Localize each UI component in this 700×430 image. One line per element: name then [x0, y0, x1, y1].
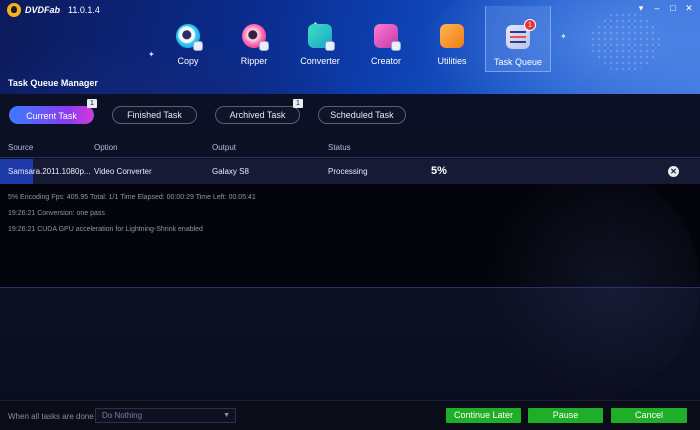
remove-task-icon[interactable]: ✕: [668, 166, 679, 177]
creator-icon: [374, 24, 401, 51]
header: ✦ ✦ ✦ DVDFab 11.0.1.4 ▾ – □ ✕ Copy Rippe…: [0, 0, 700, 94]
log-line: 5% Encoding Fps: 405.95 Total: 1/1 Time …: [8, 194, 256, 201]
task-queue-icon: 1: [506, 19, 536, 49]
nav-tab-task-queue[interactable]: 1 Task Queue: [485, 6, 551, 72]
nav-tab-label: Task Queue: [493, 57, 543, 67]
progress-percent: 5%: [431, 165, 447, 177]
page-title: Task Queue Manager: [8, 78, 98, 88]
app-window: ✦ ✦ ✦ DVDFab 11.0.1.4 ▾ – □ ✕ Copy Rippe…: [0, 0, 700, 430]
cell-source: Samsara.2011.1080p...: [8, 167, 91, 176]
tab-label: Current Task: [26, 111, 77, 121]
log-line: 19:26:21 CUDA GPU acceleration for Light…: [8, 226, 203, 233]
app-version: 11.0.1.4: [68, 5, 100, 15]
nav-tab-label: Utilities: [437, 56, 467, 66]
nav-tab-label: Copy: [177, 56, 199, 66]
ripper-disc-icon: [242, 24, 269, 51]
tab-current-task[interactable]: Current Task 1: [9, 99, 97, 124]
column-header-source: Source: [8, 143, 34, 152]
tab-count-badge: 1: [87, 99, 97, 108]
brain-graphic: [590, 12, 660, 72]
main-nav: Copy Ripper Converter Creator Utilities: [155, 6, 551, 72]
footer-bar: When all tasks are done Do Nothing ▼ Con…: [0, 400, 700, 430]
cancel-button[interactable]: Cancel: [611, 408, 687, 423]
nav-tab-creator[interactable]: Creator: [353, 6, 419, 70]
chevron-down-icon: ▼: [223, 412, 230, 419]
nav-tab-converter[interactable]: Converter: [287, 6, 353, 70]
tab-archived-task[interactable]: Archived Task 1: [215, 99, 303, 124]
nav-tab-utilities[interactable]: Utilities: [419, 6, 485, 70]
copy-disc-icon: [176, 24, 203, 51]
column-header-status: Status: [328, 143, 351, 152]
tab-finished-task[interactable]: Finished Task: [112, 106, 197, 124]
maximize-icon[interactable]: □: [668, 3, 678, 13]
task-count-badge: 1: [524, 19, 536, 31]
app-logo: DVDFab 11.0.1.4: [7, 3, 100, 17]
when-done-select[interactable]: Do Nothing ▼: [95, 408, 236, 423]
tab-label: Scheduled Task: [330, 110, 394, 120]
log-line: 19:26:21 Conversion: one pass: [8, 210, 105, 217]
task-tab-bar: Current Task 1 Finished Task Archived Ta…: [0, 94, 700, 136]
nav-tab-label: Converter: [300, 56, 340, 66]
nav-tab-ripper[interactable]: Ripper: [221, 6, 287, 70]
tab-count-badge: 1: [293, 99, 303, 108]
close-window-icon[interactable]: ✕: [684, 3, 694, 13]
tab-label: Finished Task: [127, 110, 182, 120]
cell-option: Video Converter: [94, 167, 152, 176]
sparkle-icon: ✦: [560, 32, 567, 41]
column-header-output: Output: [212, 143, 237, 152]
table-header: Source Option Output Status: [0, 138, 700, 158]
cell-status: Processing: [328, 167, 368, 176]
continue-later-button[interactable]: Continue Later: [446, 408, 521, 423]
nav-tab-copy[interactable]: Copy: [155, 6, 221, 70]
column-header-option: Option: [94, 143, 118, 152]
pause-button[interactable]: Pause: [528, 408, 603, 423]
dvdfab-logo-icon: [7, 3, 21, 17]
utilities-icon: [440, 24, 464, 48]
cell-output: Galaxy S8: [212, 167, 249, 176]
empty-area: [0, 169, 700, 400]
window-controls: ▾ – □ ✕: [636, 3, 694, 13]
tab-label: Archived Task: [229, 110, 286, 120]
logo-text: DVDFab: [25, 5, 61, 15]
dropdown-arrow-icon[interactable]: ▾: [636, 3, 646, 13]
sparkle-icon: ✦: [148, 50, 155, 59]
minimize-icon[interactable]: –: [652, 3, 662, 13]
nav-tab-label: Creator: [370, 56, 401, 66]
tab-scheduled-task[interactable]: Scheduled Task: [318, 106, 406, 124]
nav-tab-label: Ripper: [240, 56, 268, 66]
converter-icon: [308, 24, 335, 51]
when-done-value: Do Nothing: [102, 411, 143, 420]
when-done-label: When all tasks are done: [8, 412, 94, 421]
